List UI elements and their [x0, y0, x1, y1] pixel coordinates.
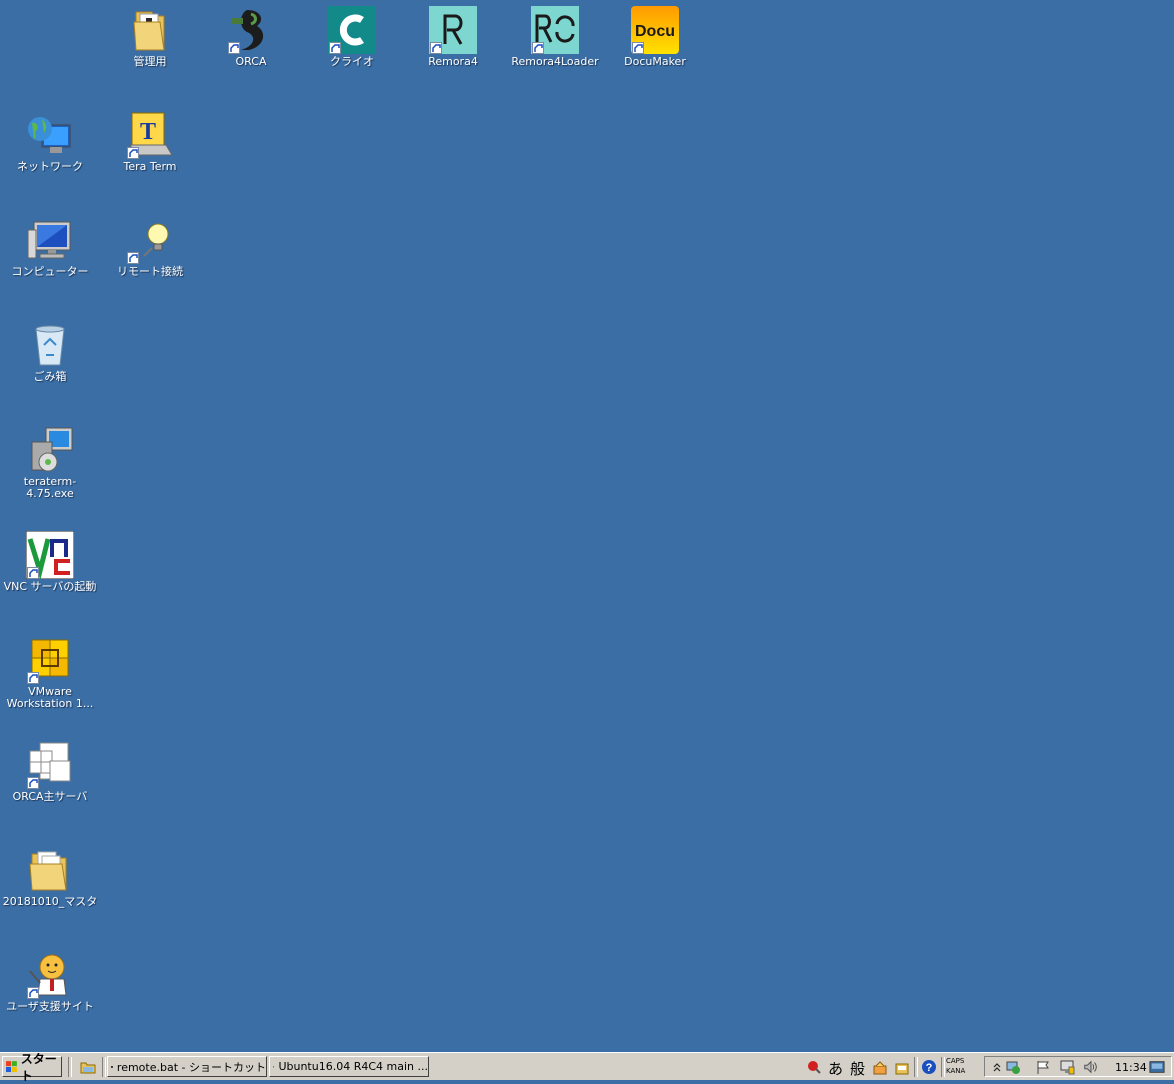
- taskbar-separator: [102, 1057, 106, 1077]
- desktop-icon-computer[interactable]: コンピューター: [0, 210, 100, 278]
- desktop-icon-documaker[interactable]: Docu DocuMaker: [605, 0, 705, 68]
- ime-type[interactable]: 般: [850, 1058, 865, 1079]
- network-globe-icon: [28, 117, 71, 153]
- shortcut-arrow-icon: [632, 42, 644, 54]
- start-label: スタート: [20, 1051, 57, 1083]
- taskbar-separator: [914, 1057, 918, 1077]
- desktop-icon-label: Tera Term: [123, 160, 177, 173]
- desktop-icon-claio[interactable]: クライオ: [302, 0, 402, 68]
- action-center-flag-icon[interactable]: [1035, 1059, 1051, 1075]
- system-tray: 11:34: [984, 1056, 1172, 1077]
- desktop-icon-remora4loader[interactable]: Remora4Loader: [504, 0, 606, 68]
- shortcut-arrow-icon: [329, 42, 341, 54]
- ime-pad-icon[interactable]: [894, 1060, 910, 1076]
- volume-speaker-icon[interactable]: [1083, 1059, 1099, 1075]
- desktop-icon-vnc[interactable]: VNC サーバの起動: [0, 525, 100, 593]
- vm-icon: [273, 1065, 275, 1068]
- shortcut-arrow-icon: [27, 672, 39, 684]
- desktop: 管理用 ORCA クライオ Remora4 Remora4Loader Docu…: [0, 0, 1174, 1052]
- desktop-icon-label: ごみ箱: [33, 370, 67, 383]
- desktop-icon-label: teraterm-4.75.exe: [23, 475, 77, 500]
- desktop-icon-remora4[interactable]: Remora4: [403, 0, 503, 68]
- desktop-icon-vmware[interactable]: VMware Workstation 1...: [0, 630, 100, 710]
- show-hidden-icons-chevron-icon[interactable]: [989, 1059, 1005, 1075]
- svg-text:?: ?: [926, 1062, 933, 1074]
- shortcut-arrow-icon: [27, 987, 39, 999]
- desktop-icon-recycle-bin[interactable]: ごみ箱: [0, 315, 100, 383]
- ime-indicator-icon[interactable]: [806, 1059, 822, 1075]
- desktop-icon-label: Remora4Loader: [511, 55, 599, 68]
- caps-kana-indicator: CAPS KANA: [946, 1056, 982, 1078]
- desktop-icon-label: 管理用: [133, 55, 167, 68]
- desktop-icon-kanriyou[interactable]: 管理用: [100, 0, 200, 68]
- desktop-icon-label: DocuMaker: [624, 55, 686, 68]
- shortcut-arrow-icon: [127, 252, 139, 264]
- task-label: Ubuntu16.04 R4C4 main ...: [278, 1060, 428, 1073]
- windows-logo-icon: [6, 1060, 17, 1072]
- desktop-icon-label: ORCA主サーバ: [12, 790, 88, 803]
- taskbar: スタート C:\ remote.bat - ショートカット Ubuntu16.0…: [0, 1052, 1174, 1083]
- desktop-icon-label: クライオ: [330, 55, 374, 68]
- svg-text:T: T: [140, 119, 156, 145]
- kana-label: KANA: [946, 1067, 966, 1075]
- desktop-icon-teraterm-exe[interactable]: teraterm-4.75.exe: [0, 420, 100, 500]
- desktop-icon-label: ネットワーク: [17, 160, 83, 173]
- folder-icon: [29, 851, 67, 891]
- desktop-icon-label: ユーザ支援サイト: [6, 1000, 94, 1013]
- network-status-icon[interactable]: [1005, 1059, 1021, 1075]
- clock[interactable]: 11:34: [1115, 1061, 1147, 1074]
- show-desktop-icon[interactable]: [1149, 1059, 1165, 1075]
- task-label: remote.bat - ショートカット: [116, 1060, 266, 1074]
- task-button-ubuntu-vm[interactable]: Ubuntu16.04 R4C4 main ...: [269, 1056, 429, 1077]
- desktop-icon-label: 20181010_マスタ: [2, 895, 98, 908]
- recycle-bin-icon: [35, 325, 65, 366]
- start-button[interactable]: スタート: [2, 1052, 62, 1083]
- desktop-icon-teraterm[interactable]: T Tera Term: [100, 105, 200, 173]
- installer-icon: [31, 427, 73, 472]
- shortcut-arrow-icon: [27, 777, 39, 789]
- shortcut-arrow-icon: [127, 147, 139, 159]
- taskbar-separator: [68, 1057, 72, 1077]
- desktop-icon-label: Remora4: [428, 55, 478, 68]
- taskbar-separator: [941, 1057, 945, 1077]
- computer-monitor-icon: [27, 221, 71, 259]
- desktop-icon-orca-server[interactable]: ORCA主サーバ: [0, 735, 100, 803]
- desktop-icon-user-support[interactable]: ユーザ支援サイト: [0, 945, 100, 1013]
- folder-document-icon: [133, 11, 165, 51]
- caps-label: CAPS: [946, 1057, 965, 1065]
- ime-mode[interactable]: あ: [828, 1058, 843, 1079]
- quicklaunch-explorer[interactable]: [80, 1059, 96, 1075]
- help-icon[interactable]: ?: [921, 1059, 937, 1075]
- desktop-icon-label: リモート接続: [117, 265, 183, 278]
- desktop-icon-label: VMware Workstation 1...: [6, 685, 94, 710]
- ime-tool-icon[interactable]: [872, 1060, 888, 1076]
- cmd-icon: C:\: [111, 1065, 113, 1068]
- desktop-icon-label: VNC サーバの起動: [3, 580, 97, 593]
- shortcut-arrow-icon: [430, 42, 442, 54]
- task-button-remote-bat[interactable]: C:\ remote.bat - ショートカット: [107, 1056, 267, 1077]
- network-monitor-icon[interactable]: [1059, 1059, 1075, 1075]
- ime-bar: あ 般: [806, 1056, 916, 1078]
- desktop-icon-remote[interactable]: リモート接続: [100, 210, 200, 278]
- desktop-icon-orca[interactable]: ORCA: [201, 0, 301, 68]
- shortcut-arrow-icon: [228, 42, 240, 54]
- desktop-icon-label: ORCA: [235, 55, 267, 68]
- shortcut-arrow-icon: [532, 42, 544, 54]
- desktop-icon-network[interactable]: ネットワーク: [0, 105, 100, 173]
- explorer-folder-icon: [80, 1062, 96, 1074]
- desktop-icon-label: コンピューター: [11, 265, 89, 278]
- shortcut-arrow-icon: [27, 567, 39, 579]
- svg-text:Docu: Docu: [635, 23, 675, 40]
- desktop-icon-master-folder[interactable]: 20181010_マスタ: [0, 840, 100, 908]
